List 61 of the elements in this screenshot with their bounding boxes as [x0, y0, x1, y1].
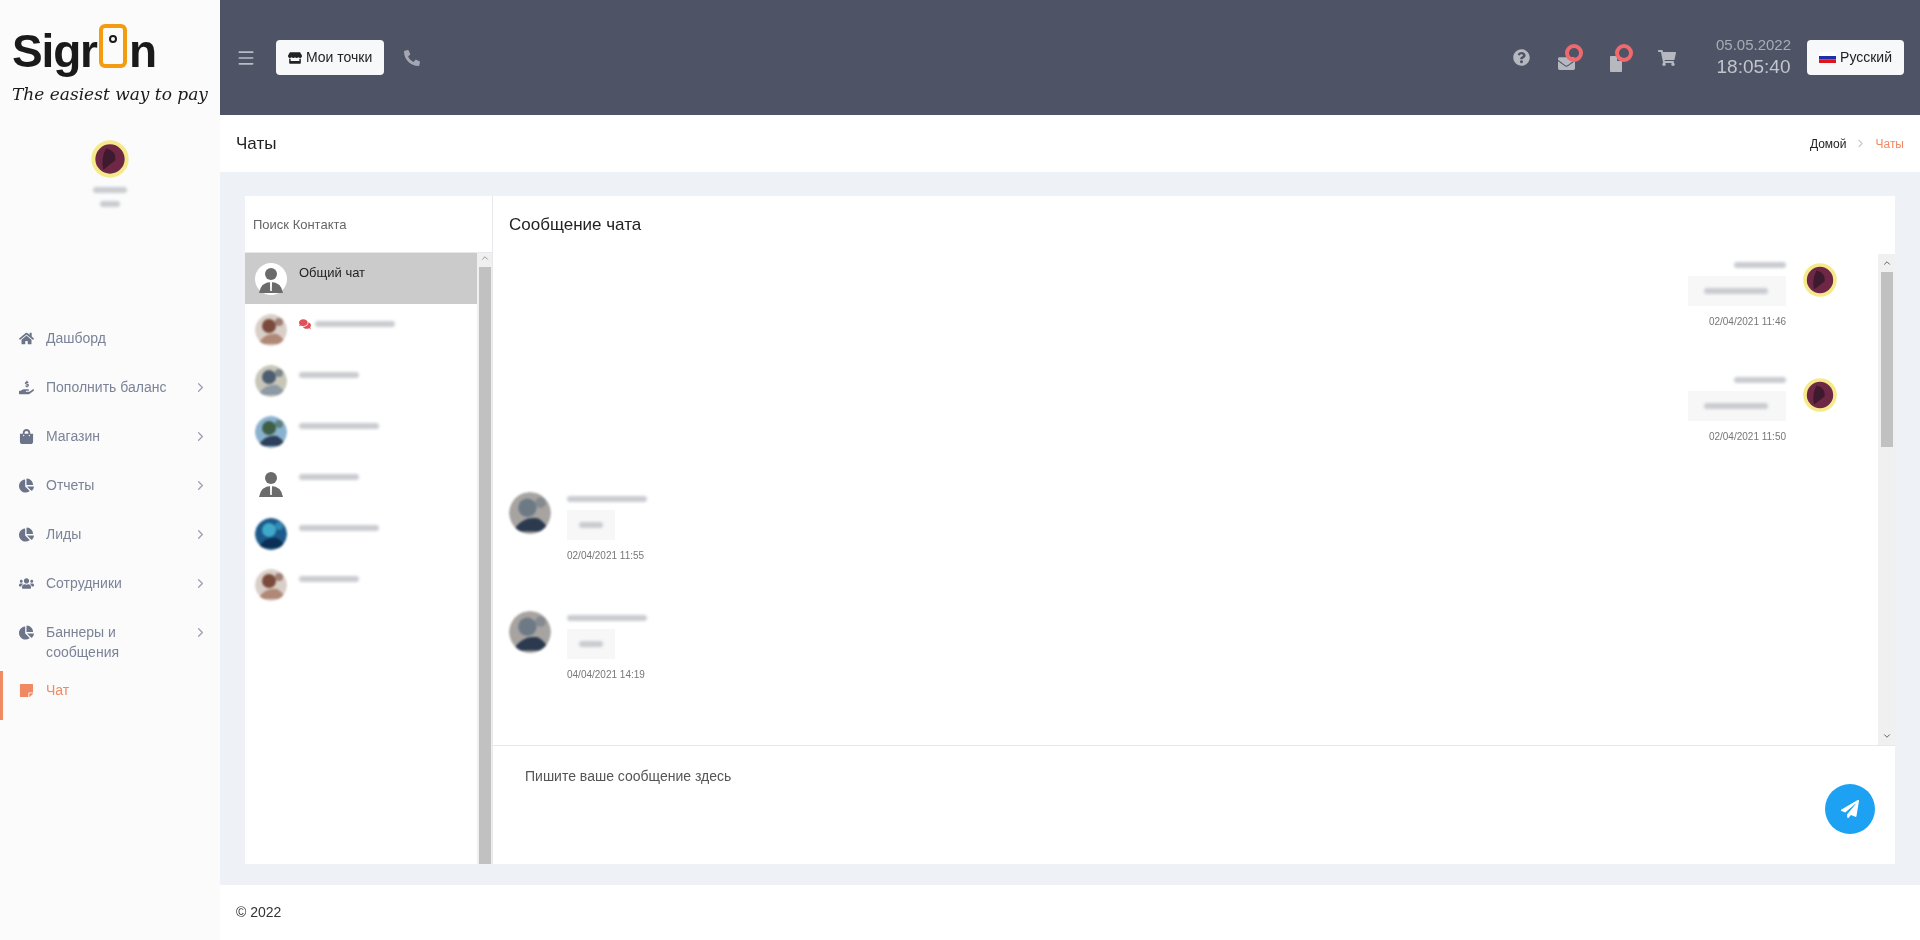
breadcrumb-link[interactable]: Чаты	[1875, 134, 1904, 153]
scroll-up-icon[interactable]	[1881, 258, 1892, 268]
blurred-name	[299, 473, 359, 480]
logo-tagline: The easiest way to pay	[12, 83, 208, 106]
message-time: 02/04/2021 11:55	[567, 549, 645, 563]
help-icon[interactable]	[1512, 49, 1530, 66]
sidebar-item[interactable]: Чат	[0, 671, 220, 720]
scrollbar[interactable]	[477, 253, 492, 864]
message-input[interactable]: Пишите ваше сообщение здесь	[525, 766, 1825, 787]
sidebar-item[interactable]: Пополнить баланс	[0, 368, 220, 417]
date-text: 05.05.2022	[1715, 36, 1792, 55]
contact-item[interactable]: Общий чат	[245, 253, 477, 304]
time-text: 18:05:40	[1716, 55, 1791, 79]
sidebar-item[interactable]: Сотрудники	[0, 564, 220, 613]
hand-coin-icon	[19, 380, 34, 395]
chat-title: Сообщение чата	[509, 214, 642, 237]
message-time: 04/04/2021 14:19	[567, 668, 645, 682]
pie-chart-icon	[19, 625, 34, 640]
blurred-message	[1704, 403, 1768, 409]
sidebar-item[interactable]: Баннеры и сообщения	[0, 613, 220, 671]
contact-name: Общий чат	[299, 263, 366, 282]
scroll-down-icon[interactable]	[1881, 731, 1892, 741]
blurred-name	[93, 187, 127, 193]
message-time: 02/04/2021 11:50	[1708, 430, 1786, 444]
envelope-icon[interactable]	[1557, 43, 1584, 72]
copyright-text: © 2022	[236, 903, 282, 922]
message-time: 02/04/2021 11:46	[1708, 315, 1786, 329]
logo-text: n	[128, 28, 157, 74]
users-icon	[19, 576, 34, 591]
blurred-message	[579, 641, 603, 647]
note-icon	[19, 683, 34, 698]
cart-icon[interactable]	[1657, 48, 1676, 67]
blurred-name	[1734, 377, 1786, 383]
home-icon	[19, 331, 34, 346]
sidebar-item[interactable]: Отчеты	[0, 466, 220, 515]
pie-chart-icon	[19, 527, 34, 542]
blurred-name	[299, 575, 359, 582]
flag-icon	[1819, 52, 1837, 63]
bag-icon	[19, 429, 34, 444]
blurred-message	[1704, 288, 1768, 294]
person-silhouette-icon	[255, 262, 287, 295]
blurred-name	[1734, 262, 1786, 268]
send-button[interactable]	[1825, 784, 1875, 834]
pie-chart-icon	[19, 478, 34, 493]
language-button[interactable]: Русский	[1807, 40, 1904, 75]
scroll-up-icon[interactable]	[479, 253, 490, 263]
blurred-name	[100, 201, 120, 207]
send-icon	[1841, 800, 1859, 818]
breadcrumb-link[interactable]: Домой	[1809, 134, 1847, 153]
sidebar-item[interactable]: Дашборд	[0, 319, 220, 368]
sidebar-item[interactable]: Магазин	[0, 417, 220, 466]
phone-icon[interactable]	[404, 49, 421, 66]
sidebar-item[interactable]: Лиды	[0, 515, 220, 564]
document-icon[interactable]	[1607, 43, 1634, 72]
store-icon	[288, 50, 302, 65]
blurred-message	[579, 522, 603, 528]
page-title: Чаты	[236, 132, 277, 155]
my-points-button[interactable]: Мои точки	[276, 40, 385, 75]
blurred-name	[299, 371, 359, 378]
phone-logo-icon	[97, 24, 128, 68]
scrollbar[interactable]	[1878, 254, 1895, 745]
